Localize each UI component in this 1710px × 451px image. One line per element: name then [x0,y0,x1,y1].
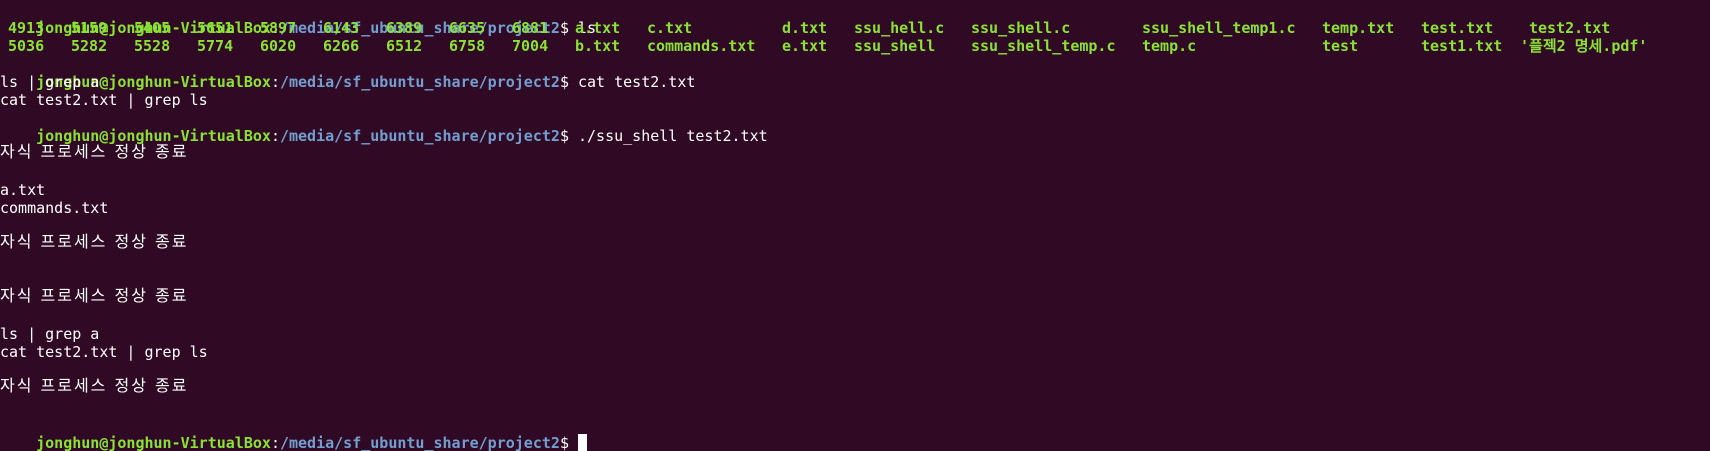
prompt-user: jonghun@jonghun-VirtualBox [36,434,271,451]
prompt-colon: : [270,434,280,451]
child-exit-message: 자식 프로세스 정상 종료 [0,142,189,161]
ls-entry: 6881 [512,19,549,37]
ls-entry: 6512 [386,37,423,55]
prompt-line-cat: jonghun@jonghun-VirtualBox:/media/sf_ubu… [0,55,695,91]
ls-entry: 5528 [134,37,171,55]
ls-entry: 5282 [71,37,108,55]
ls-entry: test [1322,37,1359,55]
ls-entry: 5159 [71,19,108,37]
ls-entry: commands.txt [647,37,756,55]
ls-entry: 6143 [323,19,360,37]
ls-entry: 6020 [260,37,297,55]
ls-entry: ssu_hell.c [854,19,945,37]
ls-entry: ssu_shell_temp.c [971,37,1116,55]
ls-entry: 5651 [197,19,234,37]
ls-entry: b.txt [575,37,621,55]
ls-entry: 6266 [323,37,360,55]
output-line: a.txt [0,181,46,199]
ls-entry: 5036 [8,37,45,55]
cat-output-line: ls | grep a [0,73,100,91]
ls-entry: 6758 [449,37,486,55]
terminal-window[interactable]: jonghun@jonghun-VirtualBox:/media/sf_ubu… [0,0,1710,451]
ls-entry: 5774 [197,37,234,55]
prompt-path: /media/sf_ubuntu_share/project2 [279,73,560,91]
ls-entry: temp.txt [1322,19,1395,37]
ls-entry: 6635 [449,19,486,37]
prompt-colon: : [270,73,280,91]
ls-entry: '플젝2 명세.pdf' [1520,37,1648,55]
prompt-path: /media/sf_ubuntu_share/project2 [279,434,560,451]
prompt-dollar: $ [559,434,578,451]
child-exit-message: 자식 프로세스 정상 종료 [0,232,189,251]
prompt-line-current[interactable]: jonghun@jonghun-VirtualBox:/media/sf_ubu… [0,416,587,451]
prompt-path: /media/sf_ubuntu_share/project2 [279,127,560,145]
command-cat: cat test2.txt [578,73,696,91]
ls-entry: temp.c [1142,37,1197,55]
text-cursor[interactable] [578,434,587,451]
ls-entry: 6389 [386,19,423,37]
output-line: cat test2.txt | grep ls [0,343,208,361]
command-run: ./ssu_shell test2.txt [578,127,768,145]
ls-entry: 5897 [260,19,297,37]
prompt-dollar: $ [559,73,578,91]
output-line: commands.txt [0,199,109,217]
ls-entry: ssu_shell [854,37,936,55]
cat-output-line: cat test2.txt | grep ls [0,91,208,109]
output-line: ls | grep a [0,325,100,343]
prompt-colon: : [270,127,280,145]
child-exit-message: 자식 프로세스 정상 종료 [0,376,189,395]
prompt-line-run: jonghun@jonghun-VirtualBox:/media/sf_ubu… [0,109,768,145]
ls-entry: test2.txt [1529,19,1611,37]
ls-entry: ssu_shell_temp1.c [1142,19,1296,37]
ls-entry: d.txt [782,19,828,37]
ls-entry: 5405 [134,19,171,37]
child-exit-message: 자식 프로세스 정상 종료 [0,286,189,305]
ls-entry: ssu_shell.c [971,19,1071,37]
ls-entry: e.txt [782,37,828,55]
ls-entry: 7004 [512,37,549,55]
ls-entry: a.txt [575,19,621,37]
ls-entry: test1.txt [1421,37,1503,55]
ls-entry: test.txt [1421,19,1494,37]
ls-entry: 4913 [8,19,45,37]
prompt-line-ls: jonghun@jonghun-VirtualBox:/media/sf_ubu… [0,1,596,37]
prompt-dollar: $ [559,127,578,145]
ls-entry: c.txt [647,19,693,37]
